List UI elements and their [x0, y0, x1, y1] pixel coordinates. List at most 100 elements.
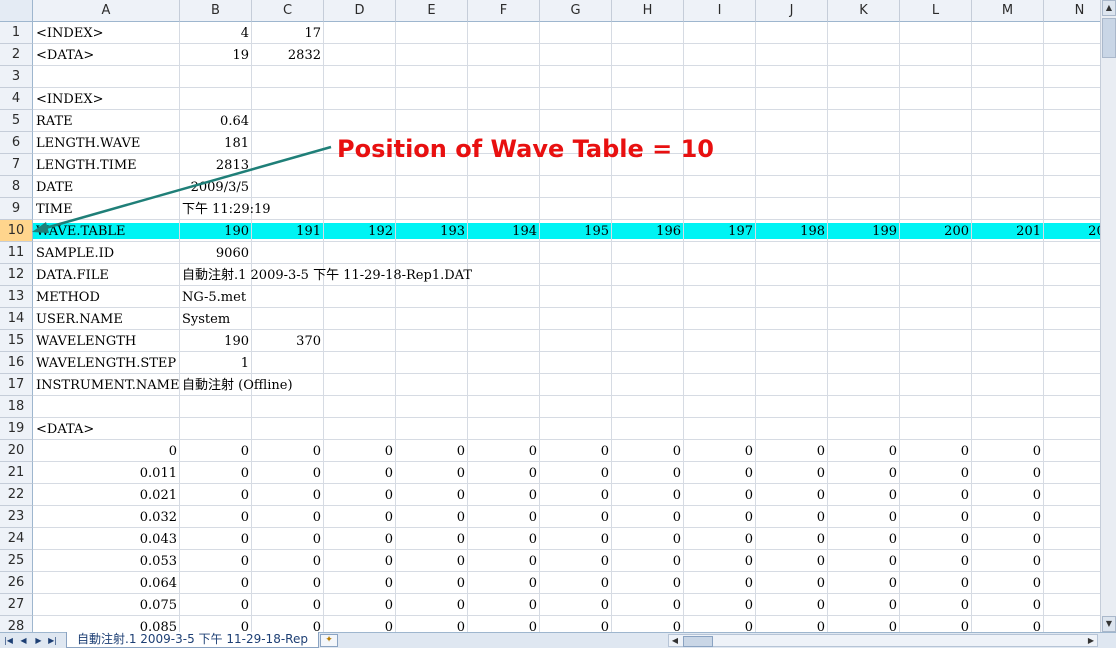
- cell-l24[interactable]: 0: [900, 528, 972, 550]
- cell-a1[interactable]: <INDEX>: [33, 22, 106, 44]
- cell-f25[interactable]: 0: [468, 550, 540, 572]
- cell-a2[interactable]: <DATA>: [33, 44, 97, 66]
- column-header-l[interactable]: L: [900, 0, 972, 22]
- cell-m28[interactable]: 0: [972, 616, 1044, 632]
- cell-b7[interactable]: 2813: [180, 154, 252, 176]
- sheet-tab[interactable]: 自動注射.1 2009-3-5 下午 11-29-18-Rep: [66, 632, 319, 648]
- cell-h10[interactable]: 196: [612, 220, 684, 242]
- cell-a7[interactable]: LENGTH.TIME: [33, 154, 140, 176]
- row-header-6[interactable]: 6: [0, 132, 33, 154]
- cell-i23[interactable]: 0: [684, 506, 756, 528]
- cell-m10[interactable]: 201: [972, 220, 1044, 242]
- cell-b20[interactable]: 0: [180, 440, 252, 462]
- cell-j26[interactable]: 0: [756, 572, 828, 594]
- cell-j21[interactable]: 0: [756, 462, 828, 484]
- cell-h21[interactable]: 0: [612, 462, 684, 484]
- cell-f10[interactable]: 194: [468, 220, 540, 242]
- cell-e24[interactable]: 0: [396, 528, 468, 550]
- cell-b13[interactable]: NG-5.met: [180, 286, 249, 308]
- cell-e25[interactable]: 0: [396, 550, 468, 572]
- cell-a20[interactable]: 0: [33, 440, 180, 462]
- cell-b1[interactable]: 4: [180, 22, 252, 44]
- cell-m23[interactable]: 0: [972, 506, 1044, 528]
- row-header-22[interactable]: 22: [0, 484, 33, 506]
- cell-c2[interactable]: 2832: [252, 44, 324, 66]
- row-header-14[interactable]: 14: [0, 308, 33, 330]
- cell-f20[interactable]: 0: [468, 440, 540, 462]
- cell-j27[interactable]: 0: [756, 594, 828, 616]
- cell-j20[interactable]: 0: [756, 440, 828, 462]
- cell-a28[interactable]: 0.085: [33, 616, 180, 632]
- cell-k20[interactable]: 0: [828, 440, 900, 462]
- cell-k28[interactable]: 0: [828, 616, 900, 632]
- cell-h23[interactable]: 0: [612, 506, 684, 528]
- cell-g26[interactable]: 0: [540, 572, 612, 594]
- cell-k23[interactable]: 0: [828, 506, 900, 528]
- cell-g24[interactable]: 0: [540, 528, 612, 550]
- cell-c1[interactable]: 17: [252, 22, 324, 44]
- cell-a26[interactable]: 0.064: [33, 572, 180, 594]
- cell-c25[interactable]: 0: [252, 550, 324, 572]
- cell-h24[interactable]: 0: [612, 528, 684, 550]
- column-header-m[interactable]: M: [972, 0, 1044, 22]
- cell-k10[interactable]: 199: [828, 220, 900, 242]
- cell-c28[interactable]: 0: [252, 616, 324, 632]
- cell-b8[interactable]: 2009/3/5: [180, 176, 252, 198]
- cell-d10[interactable]: 192: [324, 220, 396, 242]
- cell-b24[interactable]: 0: [180, 528, 252, 550]
- horizontal-scroll-thumb[interactable]: [683, 636, 713, 647]
- cell-e28[interactable]: 0: [396, 616, 468, 632]
- cell-d20[interactable]: 0: [324, 440, 396, 462]
- cell-i27[interactable]: 0: [684, 594, 756, 616]
- cell-m24[interactable]: 0: [972, 528, 1044, 550]
- cell-i28[interactable]: 0: [684, 616, 756, 632]
- cell-a5[interactable]: RATE: [33, 110, 76, 132]
- cell-f22[interactable]: 0: [468, 484, 540, 506]
- column-header-e[interactable]: E: [396, 0, 468, 22]
- cell-a4[interactable]: <INDEX>: [33, 88, 106, 110]
- cell-m25[interactable]: 0: [972, 550, 1044, 572]
- cell-a13[interactable]: METHOD: [33, 286, 103, 308]
- row-header-7[interactable]: 7: [0, 154, 33, 176]
- cell-d27[interactable]: 0: [324, 594, 396, 616]
- cell-i21[interactable]: 0: [684, 462, 756, 484]
- cell-c22[interactable]: 0: [252, 484, 324, 506]
- cell-j24[interactable]: 0: [756, 528, 828, 550]
- cell-m26[interactable]: 0: [972, 572, 1044, 594]
- cell-e27[interactable]: 0: [396, 594, 468, 616]
- row-header-3[interactable]: 3: [0, 66, 33, 88]
- cell-h28[interactable]: 0: [612, 616, 684, 632]
- cell-j28[interactable]: 0: [756, 616, 828, 632]
- cell-a8[interactable]: DATE: [33, 176, 76, 198]
- cell-a16[interactable]: WAVELENGTH.STEP: [33, 352, 179, 374]
- cell-l22[interactable]: 0: [900, 484, 972, 506]
- column-header-a[interactable]: A: [33, 0, 180, 22]
- prev-sheet-icon[interactable]: ◀: [18, 634, 29, 647]
- vertical-scroll-thumb[interactable]: [1102, 18, 1116, 58]
- cell-f26[interactable]: 0: [468, 572, 540, 594]
- cell-b12[interactable]: 自動注射.1 2009-3-5 下午 11-29-18-Rep1.DAT: [180, 264, 475, 286]
- cell-m27[interactable]: 0: [972, 594, 1044, 616]
- cell-g22[interactable]: 0: [540, 484, 612, 506]
- row-header-25[interactable]: 25: [0, 550, 33, 572]
- cell-a24[interactable]: 0.043: [33, 528, 180, 550]
- cell-e20[interactable]: 0: [396, 440, 468, 462]
- cell-a17[interactable]: INSTRUMENT.NAME: [33, 374, 182, 396]
- cell-i26[interactable]: 0: [684, 572, 756, 594]
- row-header-11[interactable]: 11: [0, 242, 33, 264]
- cell-b16[interactable]: 1: [180, 352, 252, 374]
- cell-g21[interactable]: 0: [540, 462, 612, 484]
- cell-b10[interactable]: 190: [180, 220, 252, 242]
- cell-b26[interactable]: 0: [180, 572, 252, 594]
- cell-b9[interactable]: 下午 11:29:19: [180, 198, 274, 220]
- cell-j10[interactable]: 198: [756, 220, 828, 242]
- row-header-23[interactable]: 23: [0, 506, 33, 528]
- cell-k27[interactable]: 0: [828, 594, 900, 616]
- cell-c26[interactable]: 0: [252, 572, 324, 594]
- row-header-5[interactable]: 5: [0, 110, 33, 132]
- cell-d23[interactable]: 0: [324, 506, 396, 528]
- cell-g20[interactable]: 0: [540, 440, 612, 462]
- vertical-scrollbar[interactable]: ▲ ▼: [1100, 0, 1116, 632]
- last-sheet-icon[interactable]: ▶|: [47, 634, 58, 647]
- row-header-4[interactable]: 4: [0, 88, 33, 110]
